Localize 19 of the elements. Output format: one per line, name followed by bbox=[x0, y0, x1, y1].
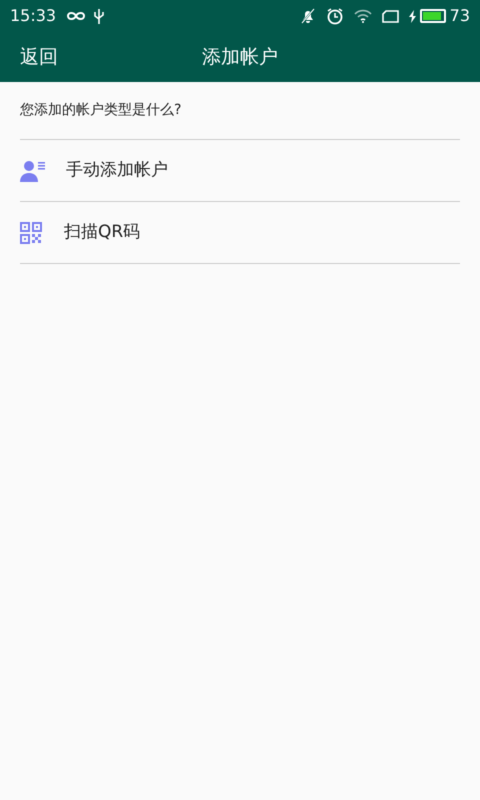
infinity-icon bbox=[66, 10, 86, 22]
option-label: 扫描QR码 bbox=[64, 220, 140, 244]
wifi-icon bbox=[354, 9, 372, 23]
account-option[interactable]: 手动添加帐户 bbox=[20, 140, 460, 202]
usb-icon bbox=[94, 8, 104, 24]
sim-card-icon bbox=[382, 10, 399, 22]
alarm-clock-icon bbox=[326, 7, 344, 25]
battery-icon bbox=[420, 9, 446, 23]
muted-bell-icon bbox=[300, 8, 316, 24]
battery-percent: 73 bbox=[450, 5, 470, 27]
account-option[interactable]: 扫描QR码 bbox=[20, 202, 460, 264]
prompt-text: 您添加的帐户类型是什么? bbox=[20, 101, 182, 120]
page-title: 添加帐户 bbox=[202, 44, 278, 70]
person-card-icon bbox=[20, 160, 46, 182]
back-button[interactable]: 返回 bbox=[20, 42, 58, 72]
qr-code-icon bbox=[20, 222, 42, 244]
option-label: 手动添加帐户 bbox=[66, 158, 168, 182]
clock-text: 15:33 bbox=[10, 5, 56, 27]
charging-bolt-icon bbox=[408, 10, 416, 22]
